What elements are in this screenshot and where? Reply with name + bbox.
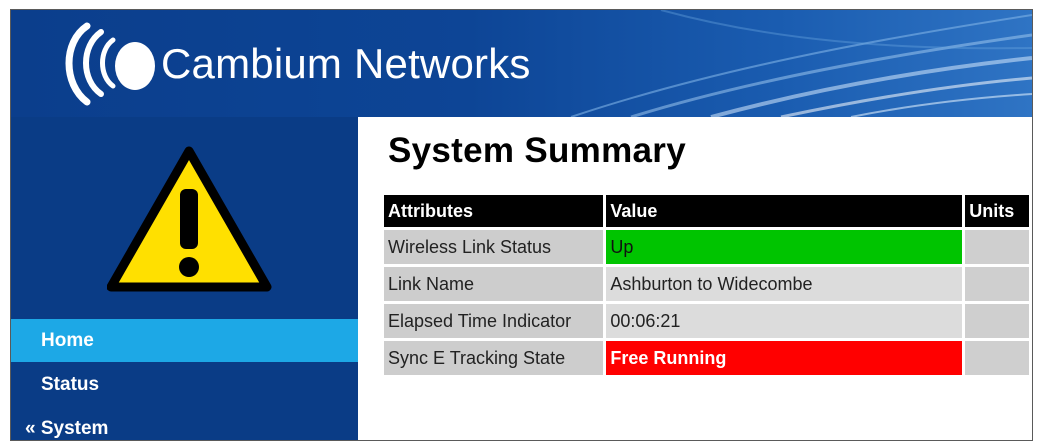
sidebar: Home Status « System: [11, 117, 358, 440]
column-header-units: Units: [965, 195, 1029, 227]
units-cell: [965, 267, 1029, 301]
attribute-cell: Sync E Tracking State: [384, 341, 604, 375]
summary-table: Attributes Value Units Wireless Link Sta…: [381, 192, 1032, 378]
column-header-attributes: Attributes: [384, 195, 604, 227]
nav-item-home[interactable]: Home: [11, 319, 358, 362]
status-value-cell: Up: [606, 230, 963, 264]
cambium-logo-icon: [65, 22, 155, 106]
attribute-cell: Link Name: [384, 267, 604, 301]
header-banner: Cambium Networks: [11, 10, 1032, 117]
units-cell: [965, 230, 1029, 264]
table-row: Wireless Link Status Up: [384, 230, 1029, 264]
units-cell: [965, 341, 1029, 375]
brand-name: Cambium Networks: [161, 40, 531, 87]
attribute-cell: Elapsed Time Indicator: [384, 304, 604, 338]
table-row: Elapsed Time Indicator 00:06:21: [384, 304, 1029, 338]
warning-triangle-icon: [107, 146, 272, 292]
units-cell: [965, 304, 1029, 338]
main-content: System Summary Attributes Value Units Wi…: [358, 117, 1032, 440]
table-row: Sync E Tracking State Free Running: [384, 341, 1029, 375]
browser-frame: Cambium Networks Home Status « System Sy…: [10, 9, 1033, 441]
table-row: Link Name Ashburton to Widecombe: [384, 267, 1029, 301]
nav-item-system[interactable]: « System: [11, 407, 358, 440]
attribute-cell: Wireless Link Status: [384, 230, 604, 264]
status-value-cell: Free Running: [606, 341, 963, 375]
value-cell: Ashburton to Widecombe: [606, 267, 963, 301]
value-cell: 00:06:21: [606, 304, 963, 338]
page-title: System Summary: [388, 131, 686, 170]
nav-item-status[interactable]: Status: [11, 363, 358, 406]
column-header-value: Value: [606, 195, 963, 227]
table-header-row: Attributes Value Units: [384, 195, 1029, 227]
